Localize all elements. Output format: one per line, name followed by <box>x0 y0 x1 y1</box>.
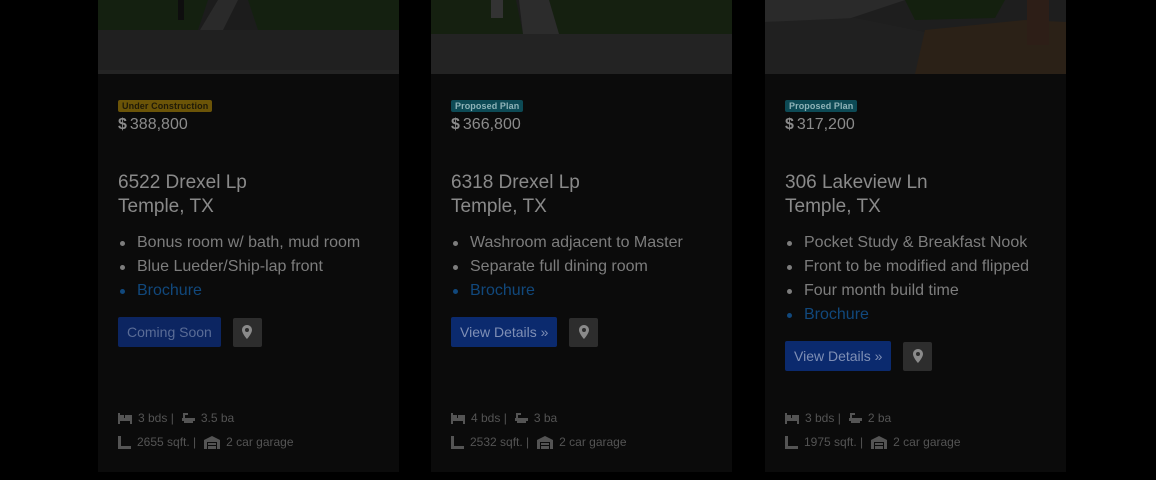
view-details-button[interactable]: View Details » <box>451 317 558 347</box>
beds-count: 4 bds | <box>471 411 507 425</box>
list-item: Separate full dining room <box>451 255 721 279</box>
map-button[interactable] <box>569 317 599 347</box>
address: 306 Lakeview Ln Temple, TX <box>785 171 1055 219</box>
street: 306 Lakeview Ln <box>785 172 928 193</box>
bath-icon <box>848 412 862 423</box>
listing-specs: 4 bds | 3 ba 2532 sqft. | 2 car garage <box>451 406 721 454</box>
feature-list: Pocket Study & Breakfast Nook Front to b… <box>785 231 1055 327</box>
map-marker-icon <box>912 349 923 363</box>
sqft-value: 1975 sqft. | <box>804 435 864 449</box>
sqft-value: 2655 sqft. | <box>137 435 197 449</box>
list-item: Pocket Study & Breakfast Nook <box>785 231 1055 255</box>
listing-specs: 3 bds | 3.5 ba 2655 sqft. | 2 car garage <box>118 406 388 454</box>
garage-value: 2 car garage <box>893 435 961 449</box>
city: Temple, TX <box>785 196 881 217</box>
price-value: 388,800 <box>129 116 188 133</box>
bath-icon <box>181 412 195 423</box>
status-badge: Proposed Plan <box>785 100 858 112</box>
baths-count: 3.5 ba <box>200 411 235 425</box>
currency-symbol: $ <box>118 116 127 133</box>
beds-count: 3 bds | <box>138 411 174 425</box>
ruler-icon <box>785 435 798 449</box>
price: $366,800 <box>451 115 721 135</box>
feature-list: Bonus room w/ bath, mud room Blue Lueder… <box>118 231 388 303</box>
street: 6522 Drexel Lp <box>118 172 247 193</box>
listing-card: Proposed Plan $317,200 306 Lakeview Ln T… <box>765 0 1066 472</box>
garage-icon <box>204 435 221 449</box>
status-badge: Under Construction <box>118 100 213 112</box>
view-details-button[interactable]: View Details » <box>785 341 892 371</box>
list-item: Blue Lueder/Ship-lap front <box>118 255 388 279</box>
listing-photo[interactable] <box>765 0 1066 74</box>
list-item: Bonus room w/ bath, mud room <box>118 231 388 255</box>
garage-icon <box>871 435 888 449</box>
status-badge: Proposed Plan <box>451 100 524 112</box>
brochure-link[interactable]: Brochure <box>118 279 388 303</box>
map-marker-icon <box>578 325 589 339</box>
garage-value: 2 car garage <box>226 435 294 449</box>
bed-icon <box>118 412 132 424</box>
listing-card: Proposed Plan $366,800 6318 Drexel Lp Te… <box>431 0 732 472</box>
baths-count: 3 ba <box>533 411 558 425</box>
list-item: Washroom adjacent to Master <box>451 231 721 255</box>
feature-list: Washroom adjacent to Master Separate ful… <box>451 231 721 303</box>
beds-count: 3 bds | <box>805 411 841 425</box>
map-button[interactable] <box>903 341 933 371</box>
brochure-link[interactable]: Brochure <box>451 279 721 303</box>
bath-icon <box>514 412 528 423</box>
list-item: Four month build time <box>785 279 1055 303</box>
listing-photo[interactable] <box>98 0 399 74</box>
address: 6318 Drexel Lp Temple, TX <box>451 171 721 219</box>
listing-specs: 3 bds | 2 ba 1975 sqft. | 2 car garage <box>785 406 1055 454</box>
brochure-link[interactable]: Brochure <box>785 303 1055 327</box>
price-value: 317,200 <box>796 116 855 133</box>
list-item: Front to be modified and flipped <box>785 255 1055 279</box>
bed-icon <box>451 412 465 424</box>
map-button[interactable] <box>232 317 262 347</box>
ruler-icon <box>451 435 464 449</box>
bed-icon <box>785 412 799 424</box>
city: Temple, TX <box>451 196 547 217</box>
listing-card: Under Construction $388,800 6522 Drexel … <box>98 0 399 472</box>
price: $388,800 <box>118 115 388 135</box>
price-value: 366,800 <box>462 116 521 133</box>
currency-symbol: $ <box>451 116 460 133</box>
address: 6522 Drexel Lp Temple, TX <box>118 171 388 219</box>
coming-soon-button[interactable]: Coming Soon <box>118 317 221 347</box>
garage-value: 2 car garage <box>559 435 627 449</box>
garage-icon <box>537 435 554 449</box>
map-marker-icon <box>242 325 253 339</box>
currency-symbol: $ <box>785 116 794 133</box>
listings-page: Under Construction $388,800 6522 Drexel … <box>0 0 1156 480</box>
baths-count: 2 ba <box>867 411 892 425</box>
price: $317,200 <box>785 115 1055 135</box>
sqft-value: 2532 sqft. | <box>470 435 530 449</box>
listing-photo[interactable] <box>431 0 732 74</box>
ruler-icon <box>118 435 131 449</box>
street: 6318 Drexel Lp <box>451 172 580 193</box>
city: Temple, TX <box>118 196 214 217</box>
